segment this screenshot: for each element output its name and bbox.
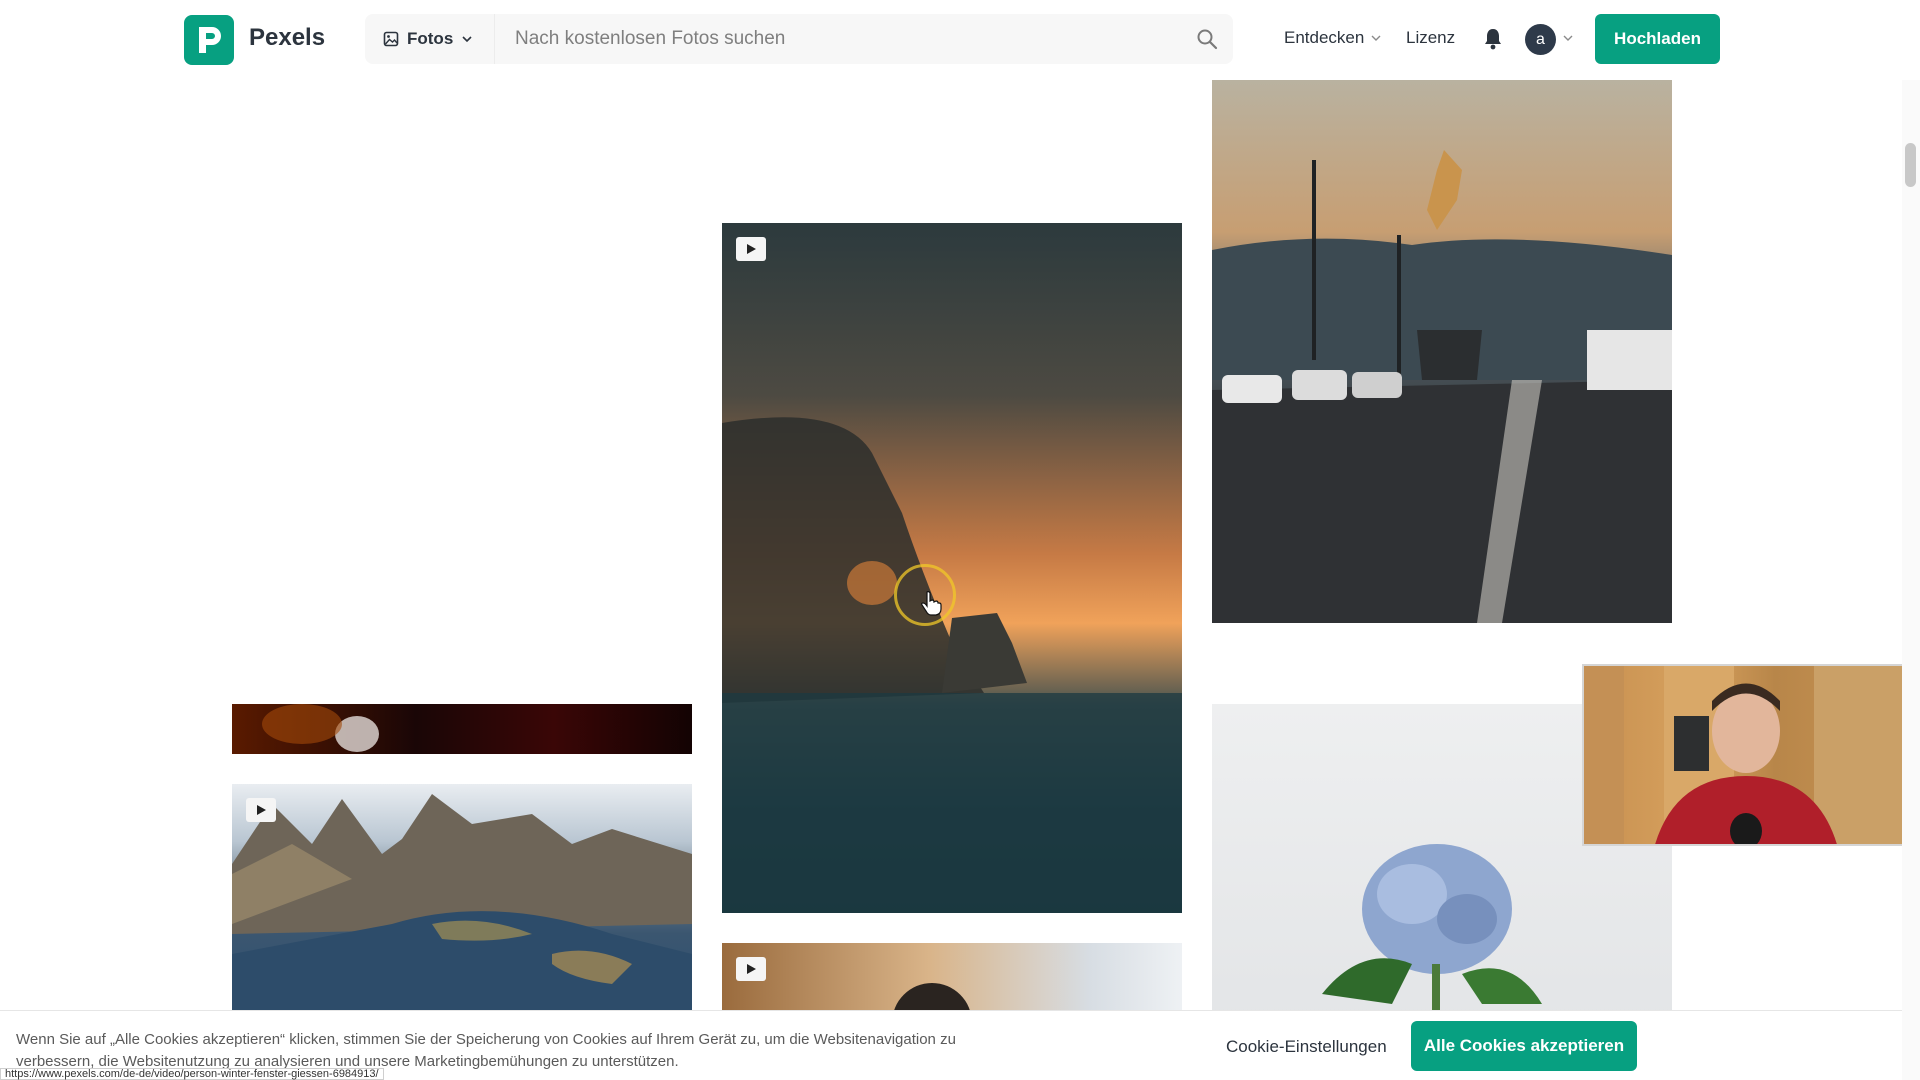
notification-bell-icon[interactable] (1482, 27, 1504, 51)
gallery-tile-sea-cliff-sunset-video[interactable] (722, 223, 1182, 913)
nav-explore-dropdown[interactable]: Entdecken (1284, 28, 1382, 48)
accept-all-cookies-button[interactable]: Alle Cookies akzeptieren (1411, 1021, 1637, 1071)
gallery-tile-dark-red-photo[interactable] (232, 704, 692, 754)
chevron-down-icon (462, 36, 472, 43)
cookie-settings-button[interactable]: Cookie-Einstellungen (1226, 1037, 1387, 1057)
video-thumbnail (232, 794, 692, 1014)
image-icon (383, 31, 399, 47)
brand-name[interactable]: Pexels (249, 24, 325, 52)
photo-thumbnail (262, 704, 379, 752)
video-indicator (246, 798, 276, 822)
pexels-logo-icon (199, 27, 221, 53)
video-thumbnail (722, 417, 1182, 913)
webcam-feed (1584, 666, 1902, 844)
search-input[interactable] (515, 14, 1175, 64)
status-bar-url: https://www.pexels.com/de-de/video/perso… (0, 1068, 384, 1080)
webcam-overlay (1582, 664, 1904, 846)
gallery-tile-lofoten-islands-video[interactable] (232, 784, 692, 1014)
search-icon[interactable] (1195, 27, 1219, 51)
media-type-dropdown[interactable]: Fotos (365, 14, 495, 64)
play-icon (747, 244, 756, 254)
hand-cursor-icon (921, 591, 942, 616)
top-navigation-bar: Pexels Fotos Entdecken Lizenz a (0, 0, 1920, 80)
video-indicator (736, 237, 766, 261)
video-indicator (736, 957, 766, 981)
pexels-logo[interactable] (184, 15, 234, 65)
chevron-down-icon (1371, 35, 1381, 41)
user-avatar[interactable]: a (1525, 24, 1556, 55)
chevron-down-icon[interactable] (1562, 32, 1574, 44)
play-icon (747, 964, 756, 974)
photo-thumbnail (1212, 150, 1672, 623)
cookie-banner-text: Wenn Sie auf „Alle Cookies akzeptieren“ … (16, 1031, 956, 1070)
gallery-tile-statue-street-photo[interactable] (1212, 80, 1672, 623)
upload-button[interactable]: Hochladen (1595, 14, 1720, 64)
play-icon (257, 805, 266, 815)
nav-explore-label: Entdecken (1284, 28, 1365, 47)
page-scrollbar-thumb[interactable] (1905, 143, 1916, 187)
media-type-label: Fotos (407, 29, 454, 48)
search-bar: Fotos (365, 14, 1233, 64)
nav-license-link[interactable]: Lizenz (1406, 28, 1455, 48)
